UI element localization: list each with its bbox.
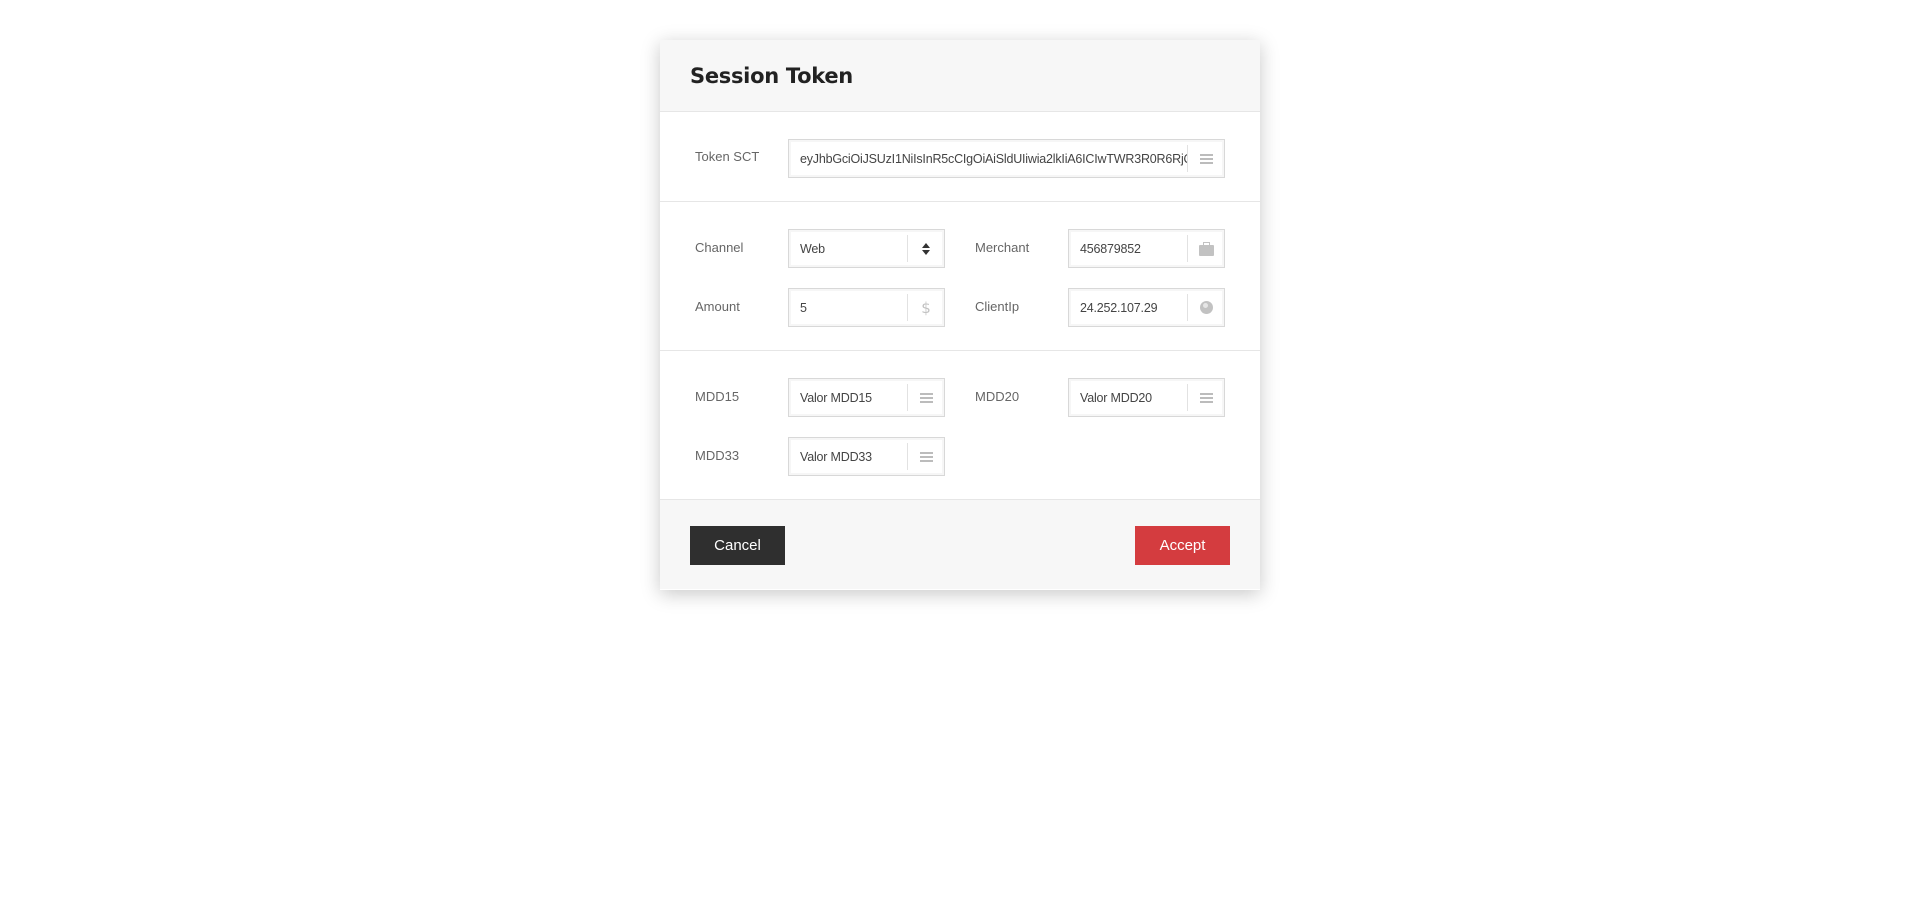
globe-icon [1187,294,1224,321]
mdd20-label: MDD20 [975,389,1020,404]
mdd20-value: Valor MDD20 [1080,390,1152,405]
mdd-section: MDD15 Valor MDD15 MDD20 Valor MDD20 MDD3… [660,351,1260,500]
amount-field[interactable]: 5 $ [788,288,945,327]
lines-icon [1187,145,1224,172]
token-field[interactable]: eyJhbGciOiJSUzI1NiIsInR5cCIgOiAiSldUIiwi… [788,139,1225,178]
amount-value: 5 [800,300,807,315]
client-ip-value: 24.252.107.29 [1080,300,1158,315]
dollar-icon: $ [907,294,944,321]
lines-icon [1187,384,1224,411]
mdd20-field[interactable]: Valor MDD20 [1068,378,1225,417]
token-label: Token SCT [695,149,760,164]
merchant-label: Merchant [975,240,1030,255]
channel-select[interactable]: Web [788,229,945,268]
channel-value: Web [800,241,825,256]
briefcase-icon [1187,235,1224,262]
modal-title: Session Token [690,63,853,88]
cancel-button[interactable]: Cancel [690,526,785,565]
token-section: Token SCT eyJhbGciOiJSUzI1NiIsInR5cCIgOi… [660,112,1260,202]
modal-header: Session Token [660,40,1260,112]
merchant-value: 456879852 [1080,241,1141,256]
mdd15-label: MDD15 [695,389,740,404]
transaction-fields-section: Channel Web Merchant 456879852 Amount 5 … [660,202,1260,351]
lines-icon [907,384,944,411]
modal-footer: Cancel Accept [660,500,1260,589]
amount-label: Amount [695,299,740,314]
mdd33-field[interactable]: Valor MDD33 [788,437,945,476]
mdd15-value: Valor MDD15 [800,390,872,405]
client-ip-label: ClientIp [975,299,1020,314]
mdd33-label: MDD33 [695,448,740,463]
session-token-modal: Session Token Token SCT eyJhbGciOiJSUzI1… [660,40,1260,590]
mdd15-field[interactable]: Valor MDD15 [788,378,945,417]
merchant-field[interactable]: 456879852 [1068,229,1225,268]
accept-button[interactable]: Accept [1135,526,1230,565]
select-arrows-icon [907,235,944,262]
token-value: eyJhbGciOiJSUzI1NiIsInR5cCIgOiAiSldUIiwi… [800,151,1187,166]
mdd33-value: Valor MDD33 [800,449,872,464]
channel-label: Channel [695,240,744,255]
client-ip-field[interactable]: 24.252.107.29 [1068,288,1225,327]
lines-icon [907,443,944,470]
